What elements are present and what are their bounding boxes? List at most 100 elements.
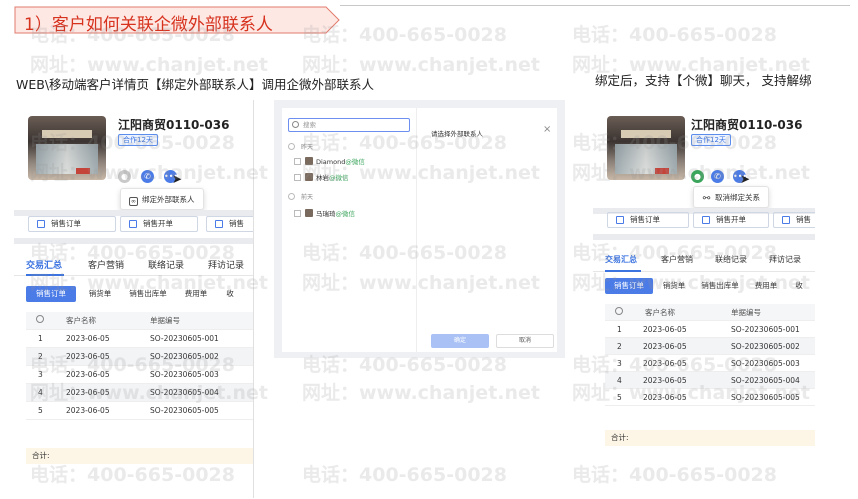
unbind-contact-label: 取消绑定关系 [715,193,760,202]
tab-transactions[interactable]: 交易汇总 [26,258,62,271]
avatar [305,173,313,181]
wechat-icon[interactable]: ● [118,170,131,183]
doc-icon [129,220,137,228]
subtab-outbound[interactable]: 销售出库单 [695,278,745,294]
search-input[interactable]: 搜索 [288,118,410,132]
close-icon[interactable]: × [543,124,551,135]
sales-order-button[interactable]: 销售订单 [28,216,116,232]
sales-order-label: 销售订单 [630,215,660,224]
table-row[interactable]: 3 2023-06-05 SO-20230605-003 [26,366,253,384]
header-code: 单据编号 [150,316,180,325]
bind-contact-popover[interactable]: ∞ 绑定外部联系人 [120,188,204,210]
sales-more-button[interactable]: 销售 [773,212,815,228]
checkbox[interactable] [294,158,301,165]
external-contact-dialog: 搜索 昨天 Diamond@微信 林岩@微信 前天 马瑞琦@微信 请选择外部联系… [274,100,565,358]
title-divider [340,5,850,6]
customer-detail-panel-unbind: 江阳商贸0110-036 合作12天 ● ✆ ••• ➤ ⚯ 取消绑定关系 销售订… [593,100,815,498]
group-day-before[interactable]: 前天 [288,192,313,201]
table-row[interactable]: 3 2023-06-05 SO-20230605-003 [605,355,815,372]
tab-transactions[interactable]: 交易汇总 [605,254,637,265]
mouse-cursor-icon: ➤ [740,172,751,186]
doc-icon [215,220,223,228]
subtab-outbound[interactable]: 销售出库单 [122,286,174,302]
bind-contact-label: 绑定外部联系人 [142,195,195,204]
watermark-phone: 电话：400-665-0028 [302,464,507,486]
doc-icon [702,216,710,224]
phone-icon[interactable]: ✆ [711,170,724,183]
watermark-site: 网址：www.chanjet.net [302,382,540,404]
mouse-cursor-icon: ➤ [172,172,183,186]
orders-table: 客户名称 单据编号 1 2023-06-05 SO-20230605-001 2 20… [605,304,815,406]
contact-item[interactable]: Diamond@微信 [294,156,365,166]
table-total: 合计: [26,448,253,464]
group-yesterday[interactable]: 昨天 [288,142,313,151]
table-header: 客户名称 单据编号 [26,312,253,330]
search-placeholder: 搜索 [303,121,316,129]
sales-more-button[interactable]: 销售 [206,216,253,232]
header-customer: 客户名称 [66,316,96,325]
selection-pane: 请选择外部联系人 × 确定 取消 [416,108,557,352]
doc-icon [37,220,45,228]
subtab-delivery[interactable]: 销货单 [82,286,118,302]
watermark-site: 网址：www.chanjet.net [30,54,268,76]
store-photo [28,116,106,180]
section-title: 1）客户如何关联企微外部联系人 [24,15,273,35]
wechat-icon[interactable]: ● [691,170,704,183]
search-icon [292,121,299,128]
settings-icon[interactable] [36,315,44,323]
table-row[interactable]: 1 2023-06-05 SO-20230605-001 [605,321,815,338]
checkbox[interactable] [294,174,301,181]
table-row[interactable]: 4 2023-06-05 SO-20230605-004 [605,372,815,389]
table-row[interactable]: 1 2023-06-05 SO-20230605-001 [26,330,253,348]
settings-icon[interactable] [615,307,623,315]
sales-billing-label: 销售开单 [143,219,173,228]
watermark-phone: 电话：400-665-0028 [572,24,777,46]
link-icon: ⚯ [702,194,711,204]
sales-billing-button[interactable]: 销售开单 [120,216,198,232]
subtab-sales-order[interactable]: 销售订单 [26,286,76,302]
confirm-button[interactable]: 确定 [431,334,489,348]
avatar [305,209,313,217]
unbind-contact-popover[interactable]: ⚯ 取消绑定关系 [693,186,769,208]
subtab-expense[interactable]: 费用单 [747,278,785,294]
table-header: 客户名称 单据编号 [605,304,815,321]
tab-contact-log[interactable]: 联络记录 [148,258,184,271]
table-row[interactable]: 5 2023-06-05 SO-20230605-005 [26,402,253,420]
cancel-button[interactable]: 取消 [496,334,554,348]
tab-visit-log[interactable]: 拜访记录 [769,254,801,265]
dialog-title: 请选择外部联系人 [431,130,483,138]
subtab-delivery[interactable]: 销货单 [657,278,691,294]
tab-visit-log[interactable]: 拜访记录 [208,258,244,271]
doc-icon [782,216,790,224]
sales-billing-button[interactable]: 销售开单 [693,212,769,228]
tab-contact-log[interactable]: 联络记录 [715,254,747,265]
watermark-site: 网址：www.chanjet.net [302,54,540,76]
sales-order-button[interactable]: 销售订单 [607,212,689,228]
contact-item[interactable]: 马瑞琦@微信 [294,208,355,218]
table-row[interactable]: 5 2023-06-05 SO-20230605-005 [605,389,815,406]
cooperation-tag: 合作12天 [691,134,731,146]
company-name: 江阳商贸0110-036 [118,118,230,132]
subtab-receipt[interactable]: 收 [220,286,240,302]
section-title-banner: 1）客户如何关联企微外部联系人 [14,6,340,35]
header-code: 单据编号 [731,308,761,317]
orders-table: 客户名称 单据编号 1 2023-06-05 SO-20230605-001 2 20… [26,312,253,420]
doc-icon [616,216,624,224]
checkbox[interactable] [294,210,301,217]
phone-icon[interactable]: ✆ [141,170,154,183]
caption-left: WEB\移动端客户详情页【绑定外部联系人】调用企微外部联系人 [16,77,375,92]
subtab-receipt[interactable]: 收 [789,278,809,294]
table-row[interactable]: 2 2023-06-05 SO-20230605-002 [26,348,253,366]
table-row[interactable]: 2 2023-06-05 SO-20230605-002 [605,338,815,355]
subtab-sales-order[interactable]: 销售订单 [605,278,653,294]
detail-tabs: 交易汇总 客户营销 联络记录 拜访记录 [14,252,253,276]
contact-list-pane: 搜索 昨天 Diamond@微信 林岩@微信 前天 马瑞琦@微信 [282,108,416,352]
table-total: 合计: [605,430,815,446]
avatar [305,157,313,165]
contact-item[interactable]: 林岩@微信 [294,172,349,182]
table-row[interactable]: 4 2023-06-05 SO-20230605-004 [26,384,253,402]
sales-billing-label: 销售开单 [716,215,746,224]
tab-marketing[interactable]: 客户营销 [661,254,693,265]
tab-marketing[interactable]: 客户营销 [88,258,124,271]
subtab-expense[interactable]: 费用单 [176,286,216,302]
